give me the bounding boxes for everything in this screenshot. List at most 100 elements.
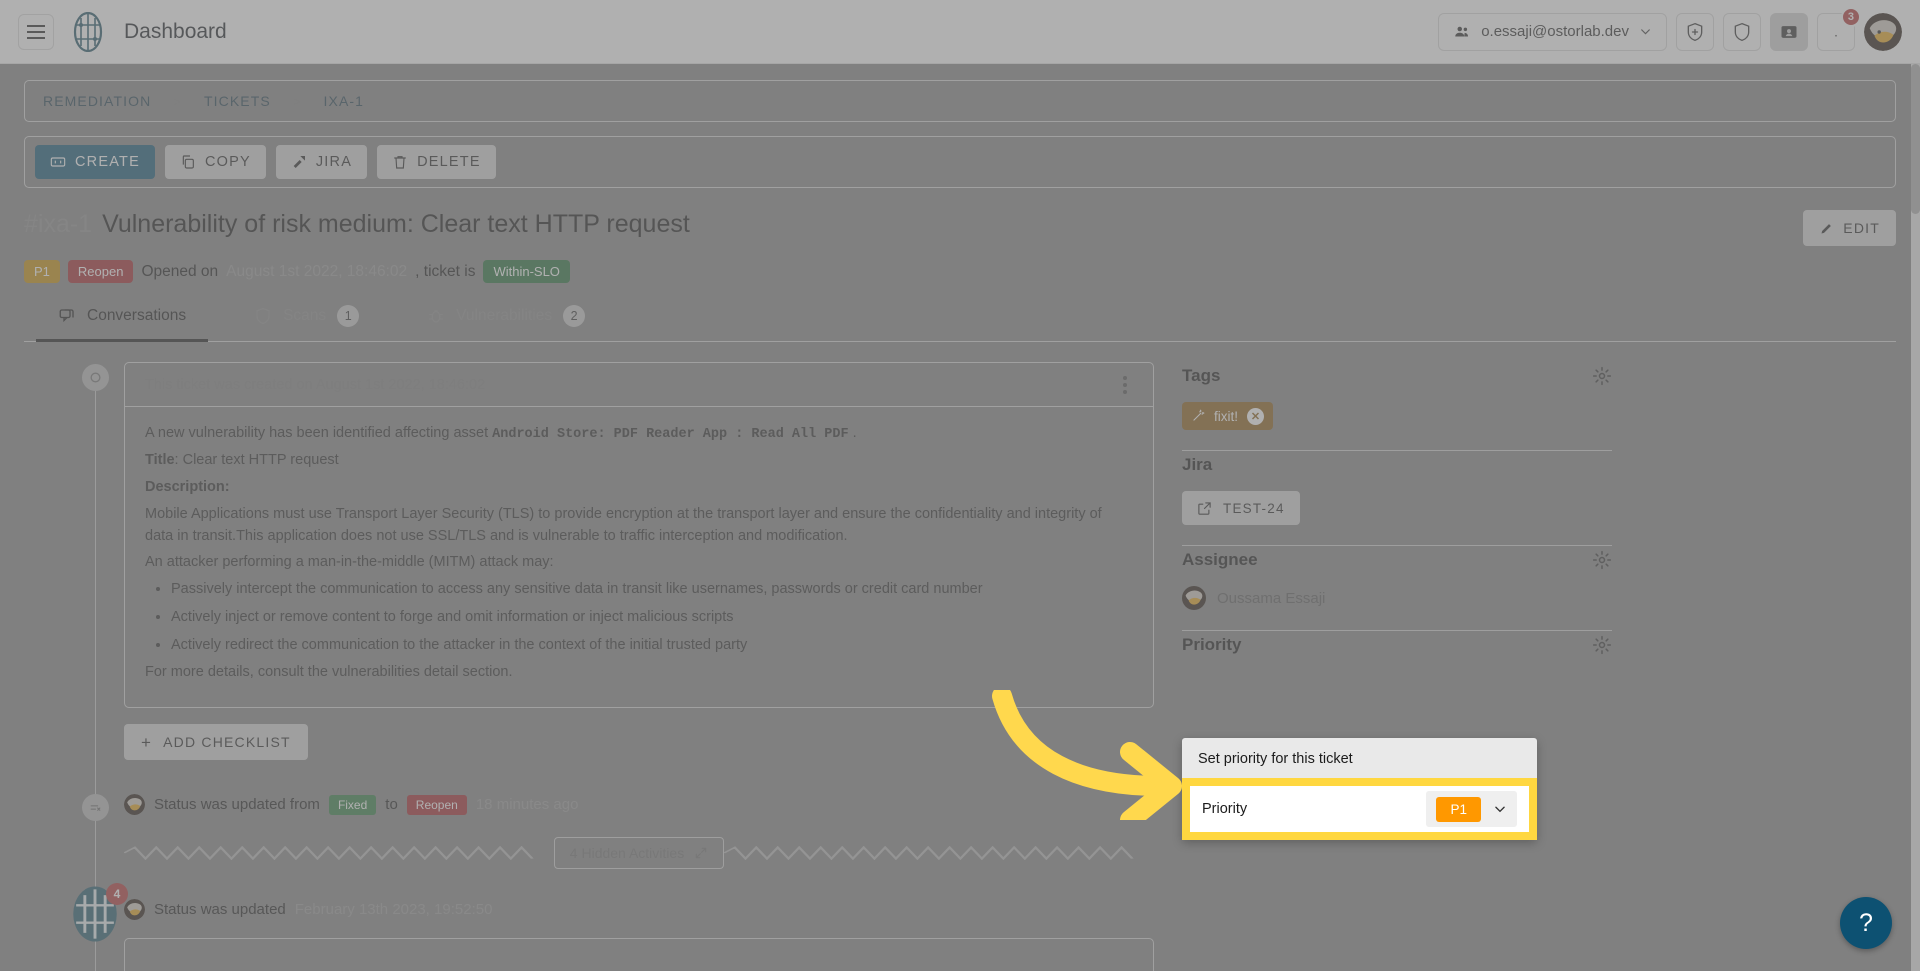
zigzag-divider [124,846,554,860]
comment-editor-card[interactable] [124,938,1154,971]
tab-scans-count: 1 [337,305,359,327]
footer-line: For more details, consult the vulnerabil… [145,662,1133,684]
add-checklist-button[interactable]: + ADD CHECKLIST [124,724,308,760]
external-link-icon [1197,501,1212,516]
breadcrumb-item-remediation[interactable]: REMEDIATION [43,93,151,109]
delete-button-label: DELETE [417,154,481,170]
ticket-tabs: Conversations Scans 1 Vulnerabilities 2 [24,305,1896,342]
user-avatar[interactable] [1864,13,1902,51]
intro-line: A new vulnerability has been identified … [145,423,1133,445]
list-item: Actively inject or remove content to for… [171,607,1133,629]
breadcrumb-separator: > [293,94,302,109]
tab-vulnerabilities-count: 2 [563,305,585,327]
assignee-row: Oussama Essaji [1182,586,1612,610]
hidden-activities-row: 4 Hidden Activities [124,837,1154,869]
chat-icon [58,307,76,325]
zigzag-divider [724,846,1154,860]
tab-scans[interactable]: Scans 1 [220,305,393,341]
create-button[interactable]: CREATE [35,145,155,179]
add-checklist-label: ADD CHECKLIST [163,734,291,750]
tab-conversations[interactable]: Conversations [24,305,220,341]
more-vertical-icon[interactable] [1117,370,1133,400]
notifications-icon[interactable]: 3 [1817,13,1855,51]
id-card-icon[interactable] [1770,13,1808,51]
jira-title: Jira [1182,455,1212,475]
activity-item: Status was updated from Fixed to Reopen … [124,794,1154,815]
copy-icon [180,154,196,170]
edit-button[interactable]: EDIT [1803,210,1896,246]
assignee-title: Assignee [1182,550,1258,570]
tag-label: fixit! [1214,409,1238,424]
ticket-meta: P1 Reopen Opened on August 1st 2022, 18:… [24,260,1896,283]
help-button[interactable]: ? [1840,897,1892,949]
assignee-avatar [1182,586,1206,610]
gear-icon[interactable] [1592,635,1612,655]
conversation-card-header: This ticket was created on August 1st 20… [125,363,1153,407]
hidden-activities-button[interactable]: 4 Hidden Activities [554,837,724,869]
description-body: Mobile Applications must use Transport L… [145,504,1133,548]
breadcrumb-item-ixa1[interactable]: IXA-1 [324,93,365,109]
avatar [124,899,145,920]
hamburger-icon[interactable] [18,14,54,50]
scrollbar-thumb[interactable] [1911,64,1920,214]
gear-icon[interactable] [1592,550,1612,570]
pencil-icon [1819,221,1834,236]
created-text: This ticket was created on August 1st 20… [145,377,485,393]
tab-vulnerabilities[interactable]: Vulnerabilities 2 [393,305,619,341]
ticket-id: #ixa-1 [24,210,92,239]
tag-chip[interactable]: fixit! ✕ [1182,402,1273,430]
jira-link-button[interactable]: TEST-24 [1182,491,1300,525]
shield-plus-icon[interactable] [1676,13,1714,51]
org-selector-value: o.essaji@ostorlab.dev [1481,23,1629,40]
org-selector[interactable]: o.essaji@ostorlab.dev [1438,13,1667,51]
description-label: Description: [145,479,230,495]
chevron-down-icon [1639,25,1652,38]
priority-popup: Set priority for this ticket Priority P1 [1182,738,1537,840]
jira-button[interactable]: JIRA [276,145,367,179]
breadcrumb: REMEDIATION > TICKETS > IXA-1 [24,80,1896,122]
breadcrumb-separator: > [173,94,182,109]
assignee-section: Assignee Oussama Essaji [1182,546,1612,631]
activity-time: 18 minutes ago [476,796,579,813]
intro-suffix: . [853,425,857,441]
activity-mid: to [385,796,398,813]
status-change-icon [89,801,102,814]
close-circle-icon[interactable]: ✕ [1247,408,1264,425]
shield-icon[interactable] [1723,13,1761,51]
activity-item: Status was updated February 13th 2023, 1… [124,899,1154,920]
intro-prefix: A new vulnerability has been identified … [145,425,488,441]
assignee-header: Assignee [1182,550,1612,570]
timeline-node-activity [82,794,109,821]
avatar [124,794,145,815]
people-icon [1453,23,1471,41]
jira-button-label: JIRA [316,154,352,170]
activity-from-badge: Fixed [329,795,376,815]
priority-select[interactable]: P1 [1426,791,1517,827]
ticket-title: Vulnerability of risk medium: Clear text… [102,210,690,239]
priority-value-badge: P1 [1436,797,1481,822]
header-actions: o.essaji@ostorlab.dev [1438,13,1902,51]
breadcrumb-item-tickets[interactable]: TICKETS [204,93,271,109]
gear-icon[interactable] [1592,366,1612,386]
delete-button[interactable]: DELETE [377,145,496,179]
opened-prefix: Opened on [141,263,218,281]
tab-conversations-label: Conversations [87,307,186,325]
tags-header: Tags [1182,366,1612,386]
trash-icon [392,154,408,170]
conversation-card: This ticket was created on August 1st 20… [124,362,1154,708]
status-badge: Reopen [68,260,134,283]
jira-header: Jira [1182,455,1612,475]
wand-icon [1191,409,1205,423]
jira-icon [291,154,307,170]
asset-name: Android Store: PDF Reader App : Read All… [492,427,848,442]
copy-button-label: COPY [205,154,251,170]
tags-title: Tags [1182,366,1220,386]
priority-control-row: Priority P1 [1190,786,1529,832]
priority-header: Priority [1182,635,1612,655]
priority-title: Priority [1182,635,1242,655]
page-scrollbar[interactable] [1911,64,1920,971]
activity-prefix: Status was updated from [154,796,320,813]
copy-button[interactable]: COPY [165,145,266,179]
scanner-badge-count: 4 [106,883,128,905]
edit-button-label: EDIT [1843,220,1880,236]
